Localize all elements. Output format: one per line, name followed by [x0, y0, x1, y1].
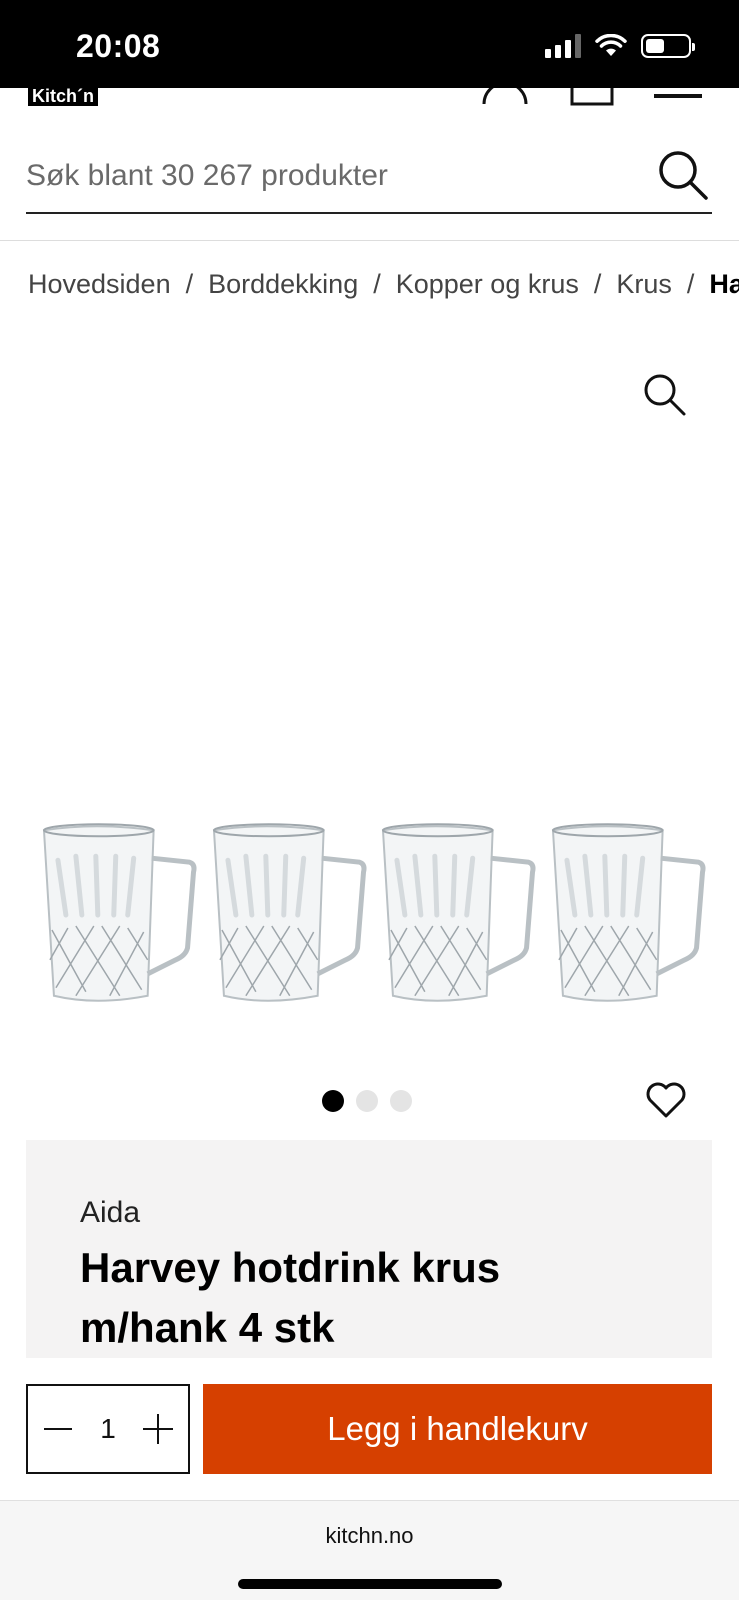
carousel-dots: [322, 1090, 412, 1112]
search-bar: [26, 140, 712, 214]
menu-icon[interactable]: [654, 88, 704, 108]
signal-icon: [545, 34, 581, 58]
increase-quantity-button[interactable]: [140, 1411, 176, 1447]
add-to-cart-button[interactable]: Legg i handlekurv: [203, 1384, 712, 1474]
carousel-dot[interactable]: [356, 1090, 378, 1112]
breadcrumb: Hovedsiden / Borddekking / Kopper og kru…: [28, 264, 739, 304]
product-info: Aida Harvey hotdrink krus m/hank 4 stk: [26, 1140, 712, 1358]
quantity-value[interactable]: 1: [100, 1413, 116, 1445]
breadcrumb-current: Harvey hotdrink krus m/hank 4 stk: [709, 268, 739, 299]
wifi-icon: [595, 34, 627, 56]
breadcrumb-separator: /: [686, 268, 695, 299]
bag-icon[interactable]: [570, 88, 614, 108]
product-title: Harvey hotdrink krus m/hank 4 stk: [80, 1244, 501, 1351]
glass-mug-image: [551, 823, 705, 1002]
decrease-quantity-button[interactable]: [40, 1411, 76, 1447]
product-brand[interactable]: Aida: [80, 1196, 140, 1230]
glass-mug-image: [212, 823, 366, 1002]
breadcrumb-home[interactable]: Hovedsiden: [28, 269, 171, 300]
breadcrumb-separator: /: [185, 268, 194, 299]
breadcrumb-separator: /: [593, 268, 602, 299]
zoom-icon[interactable]: [640, 370, 690, 420]
carousel-dot[interactable]: [322, 1090, 344, 1112]
status-icons: [545, 34, 695, 58]
home-indicator[interactable]: [238, 1579, 502, 1589]
breadcrumb-borddekking[interactable]: Borddekking: [208, 269, 358, 300]
glass-mug-image: [42, 823, 197, 1002]
status-bar: 20:08: [0, 0, 739, 88]
glass-mug-image: [381, 823, 536, 1002]
search-input[interactable]: [26, 152, 626, 200]
status-time: 20:08: [76, 28, 161, 64]
logo[interactable]: Kitch´n: [28, 88, 98, 106]
heart-icon[interactable]: [644, 1078, 688, 1122]
breadcrumb-separator: /: [373, 268, 381, 299]
breadcrumb-krus[interactable]: Krus: [616, 269, 672, 300]
browser-bar: kitchn.no: [0, 1500, 739, 1600]
quantity-stepper: 1: [26, 1384, 190, 1474]
battery-icon: [641, 34, 695, 58]
battery-fill: [646, 39, 664, 53]
site-header: Kitch´n: [0, 88, 739, 108]
user-icon[interactable]: [480, 88, 530, 108]
product-image[interactable]: [36, 820, 706, 1020]
divider: [0, 240, 739, 241]
carousel-dot[interactable]: [390, 1090, 412, 1112]
search-icon[interactable]: [656, 148, 712, 204]
browser-url[interactable]: kitchn.no: [0, 1523, 739, 1549]
breadcrumb-kopper-og-krus[interactable]: Kopper og krus: [396, 269, 579, 300]
